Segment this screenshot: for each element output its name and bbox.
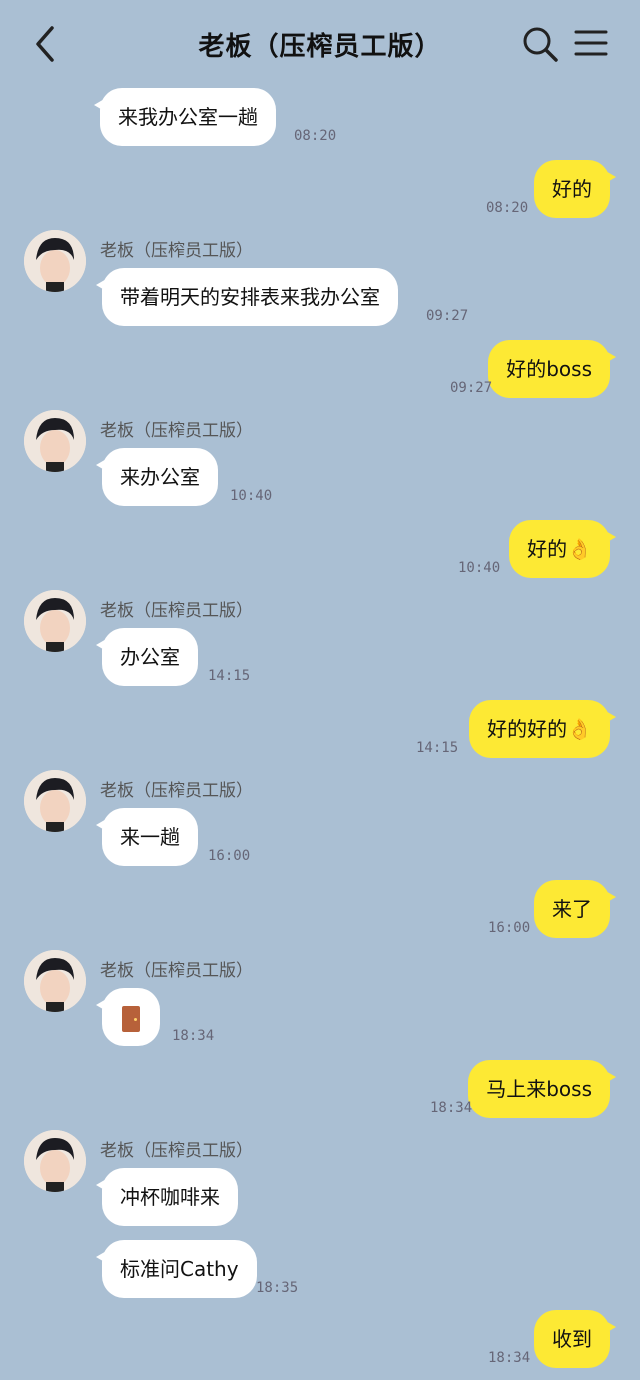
message-time: 14:15 [416, 740, 459, 756]
message-time: 18:34 [488, 1350, 531, 1366]
message-bubble-received[interactable]: 办公室 [96, 628, 198, 686]
message-bubble-sent[interactable]: 马上来boss [468, 1060, 616, 1118]
message-bubble-received[interactable] [96, 988, 160, 1046]
contact-avatar[interactable] [24, 230, 86, 292]
message-time: 08:20 [486, 200, 529, 216]
sender-name: 老板（压榨员工版） [100, 961, 253, 981]
message-bubble-sent[interactable]: 好的👌 [509, 520, 616, 578]
sender-name: 老板（压榨员工版） [100, 421, 253, 441]
message-time: 10:40 [230, 488, 273, 504]
message-bubble-received[interactable]: 带着明天的安排表来我办公室 [96, 268, 398, 326]
sender-name: 老板（压榨员工版） [100, 601, 253, 621]
message-time: 14:15 [208, 668, 251, 684]
message-bubble-sent[interactable]: 好的 [534, 160, 616, 218]
sender-name: 老板（压榨员工版） [100, 1141, 253, 1161]
message-bubble-sent[interactable]: 来了 [534, 880, 616, 938]
message-time: 09:27 [450, 380, 493, 396]
message-bubble-sent[interactable]: 收到 [534, 1310, 616, 1368]
avatar-icon [24, 230, 86, 292]
avatar-icon [24, 950, 86, 1012]
contact-avatar[interactable] [24, 770, 86, 832]
message-bubble-received[interactable]: 来一趟 [96, 808, 198, 866]
contact-avatar[interactable] [24, 590, 86, 652]
message-bubble-sent[interactable]: 好的好的👌 [469, 700, 616, 758]
avatar-icon [24, 1130, 86, 1192]
contact-avatar[interactable] [24, 950, 86, 1012]
message-bubble-received[interactable]: 标准问Cathy [96, 1240, 257, 1298]
search-icon[interactable] [520, 24, 560, 64]
chat-header: 老板（压榨员工版） [0, 0, 640, 88]
avatar-icon [24, 410, 86, 472]
door-emoji-icon [122, 1005, 140, 1032]
message-bubble-received[interactable]: 来办公室 [96, 448, 218, 506]
message-time: 16:00 [488, 920, 531, 936]
message-time: 10:40 [458, 560, 501, 576]
message-time: 18:34 [172, 1028, 215, 1044]
message-bubble-received[interactable]: 来我办公室一趟 [94, 88, 276, 146]
message-time: 18:35 [256, 1280, 299, 1296]
message-time: 09:27 [426, 308, 469, 324]
message-time: 16:00 [208, 848, 251, 864]
message-bubble-sent[interactable]: 好的boss [488, 340, 616, 398]
message-time: 08:20 [294, 128, 337, 144]
menu-icon[interactable] [574, 26, 608, 60]
sender-name: 老板（压榨员工版） [100, 241, 253, 261]
contact-avatar[interactable] [24, 1130, 86, 1192]
avatar-icon [24, 770, 86, 832]
message-time: 18:34 [430, 1100, 473, 1116]
contact-avatar[interactable] [24, 410, 86, 472]
message-bubble-received[interactable]: 冲杯咖啡来 [96, 1168, 238, 1226]
avatar-icon [24, 590, 86, 652]
sender-name: 老板（压榨员工版） [100, 781, 253, 801]
